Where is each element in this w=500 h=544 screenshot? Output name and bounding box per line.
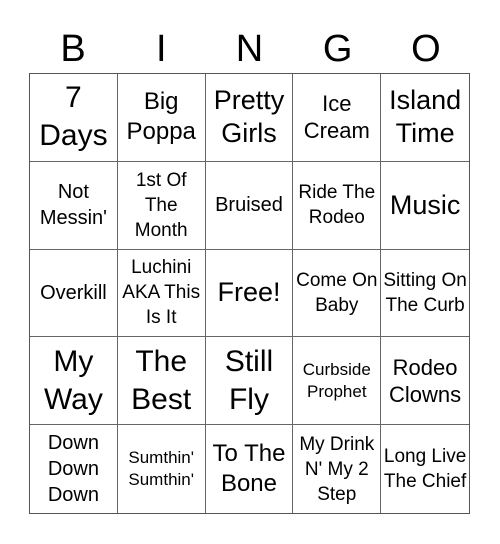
bingo-grid: 7 Days Big Poppa Pretty Girls Ice Cream … bbox=[29, 73, 470, 514]
bingo-cell[interactable]: Sitting On The Curb bbox=[381, 250, 469, 338]
header-letter-i: I bbox=[156, 28, 167, 70]
bingo-cell[interactable]: To The Bone bbox=[206, 425, 294, 513]
bingo-cell[interactable]: Luchini AKA This Is It bbox=[117, 249, 206, 338]
bingo-cell[interactable]: 1st Of The Month bbox=[117, 161, 206, 250]
bingo-cell[interactable]: Sumthin' Sumthin' bbox=[118, 425, 206, 513]
bingo-cell[interactable]: Ice Cream bbox=[293, 74, 382, 162]
bingo-cell[interactable]: Pretty Girls bbox=[205, 74, 294, 162]
cell-label: Still Fly bbox=[224, 344, 274, 416]
cell-label: The Best bbox=[131, 344, 192, 416]
bingo-header: B I N G O bbox=[29, 26, 470, 72]
header-letter-n: N bbox=[235, 28, 264, 70]
cell-label: Sitting On The Curb bbox=[383, 269, 467, 316]
cell-label: Long Live The Chief bbox=[383, 446, 467, 493]
cell-label: Overkill bbox=[40, 281, 107, 304]
cell-label: 7 Days bbox=[39, 81, 108, 153]
cell-label: 1st Of The Month bbox=[134, 169, 188, 241]
bingo-cell[interactable]: Come On Baby bbox=[293, 249, 382, 338]
bingo-cell[interactable]: Down Down Down bbox=[30, 425, 118, 513]
bingo-cell[interactable]: 7 Days bbox=[30, 74, 118, 162]
cell-label: Free! bbox=[217, 277, 281, 308]
header-letter-b: B bbox=[60, 28, 86, 70]
bingo-cell[interactable]: The Best bbox=[117, 337, 206, 426]
cell-label: Down Down Down bbox=[47, 432, 99, 507]
header-letter-g: G bbox=[322, 28, 353, 70]
free-space-cell[interactable]: Free! bbox=[205, 249, 294, 338]
cell-label: To The Bone bbox=[212, 440, 286, 498]
bingo-cell[interactable]: Overkill bbox=[30, 249, 118, 338]
bingo-cell[interactable]: My Way bbox=[30, 337, 118, 426]
cell-label: Rodeo Clowns bbox=[389, 354, 462, 407]
cell-label: Pretty Girls bbox=[213, 85, 285, 149]
header-letter-o: O bbox=[411, 28, 441, 70]
cell-label: Curbside Prophet bbox=[302, 359, 371, 401]
bingo-cell[interactable]: My Drink N' My 2 Step bbox=[293, 425, 382, 513]
cell-label: Music bbox=[389, 189, 461, 220]
cell-label: Ride The Rodeo bbox=[298, 182, 376, 229]
bingo-cell[interactable]: Big Poppa bbox=[117, 74, 206, 162]
bingo-cell[interactable]: Ride The Rodeo bbox=[293, 161, 382, 250]
bingo-cell[interactable]: Rodeo Clowns bbox=[381, 337, 469, 426]
cell-label: Sumthin' Sumthin' bbox=[128, 448, 194, 490]
bingo-cell[interactable]: Island Time bbox=[381, 74, 469, 162]
cell-label: Ice Cream bbox=[303, 91, 370, 144]
cell-label: Luchini AKA This Is It bbox=[122, 257, 201, 329]
cell-label: Come On Baby bbox=[296, 269, 378, 316]
bingo-cell[interactable]: Music bbox=[381, 162, 469, 250]
bingo-cell[interactable]: Still Fly bbox=[205, 337, 294, 426]
cell-label: My Way bbox=[43, 344, 103, 416]
bingo-cell[interactable]: Not Messin' bbox=[30, 161, 118, 250]
cell-label: Bruised bbox=[215, 194, 283, 217]
bingo-cell[interactable]: Curbside Prophet bbox=[293, 337, 382, 426]
bingo-cell[interactable]: Bruised bbox=[205, 161, 294, 250]
cell-label: Island Time bbox=[389, 85, 462, 149]
cell-label: Not Messin' bbox=[39, 181, 107, 230]
bingo-cell[interactable]: Long Live The Chief bbox=[381, 425, 469, 513]
cell-label: Big Poppa bbox=[126, 88, 196, 146]
cell-label: My Drink N' My 2 Step bbox=[299, 433, 375, 505]
